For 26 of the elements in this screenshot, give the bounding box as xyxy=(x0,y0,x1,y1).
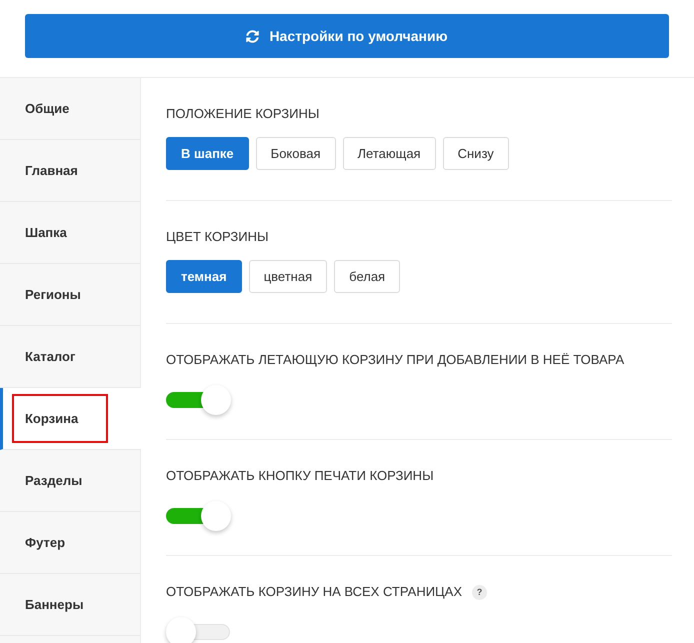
sidebar-item[interactable]: Главная xyxy=(0,140,140,202)
sidebar-item[interactable]: Общие xyxy=(0,78,140,140)
refresh-icon xyxy=(246,30,260,42)
sidebar-item[interactable]: Баннеры xyxy=(0,574,140,636)
reset-defaults-button[interactable]: Настройки по умолчанию xyxy=(25,14,669,58)
section-title: ЦВЕТ КОРЗИНЫ xyxy=(166,230,269,244)
section-title: ОТОБРАЖАТЬ ЛЕТАЮЩУЮ КОРЗИНУ ПРИ ДОБАВЛЕНИИ В НЕЁ ТОВАРА xyxy=(166,353,624,367)
sidebar-item[interactable]: Разделы xyxy=(0,450,140,512)
help-badge[interactable]: ? xyxy=(472,584,488,600)
option-button[interactable]: белая xyxy=(334,260,400,293)
sidebar-item[interactable]: Шапка xyxy=(0,202,140,264)
toggle-switch[interactable] xyxy=(166,501,231,531)
toggle-switch[interactable] xyxy=(166,385,231,415)
sidebar-item[interactable]: Футер xyxy=(0,512,140,574)
sidebar-item[interactable]: Регионы xyxy=(0,264,140,326)
section-title: ОТОБРАЖАТЬ КНОПКУ ПЕЧАТИ КОРЗИНЫ xyxy=(166,469,434,483)
section-title: ПОЛОЖЕНИЕ КОРЗИНЫ xyxy=(166,107,320,121)
option-button[interactable]: Летающая xyxy=(342,137,436,170)
option-button[interactable]: цветная xyxy=(248,260,328,293)
option-button[interactable]: темная xyxy=(166,260,242,293)
sidebar-item[interactable]: Корзина xyxy=(0,388,141,450)
option-button[interactable]: В шапке xyxy=(166,137,249,170)
option-button[interactable]: Боковая xyxy=(256,137,336,170)
toggle-switch[interactable] xyxy=(166,617,231,643)
option-button[interactable]: Снизу xyxy=(442,137,509,170)
section-title: ОТОБРАЖАТЬ КОРЗИНУ НА ВСЕХ СТРАНИЦАХ xyxy=(166,585,462,599)
